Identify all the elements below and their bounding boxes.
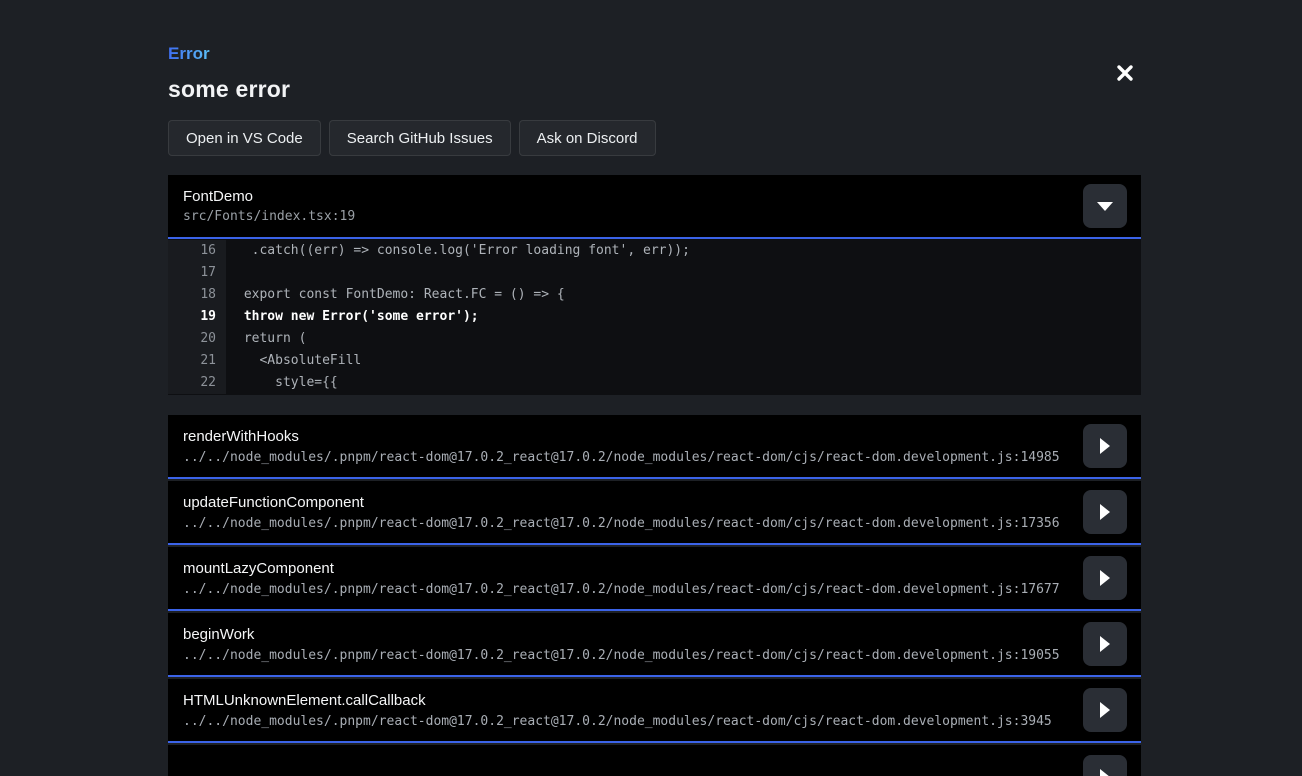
line-number: 18 [168,284,226,306]
code-line: 18 export const FontDemo: React.FC = () … [168,284,1141,306]
line-text: throw new Error('some error'); [226,306,1141,328]
search-github-issues-button[interactable]: Search GitHub Issues [329,120,511,156]
code-line-highlighted: 19 throw new Error('some error'); [168,306,1141,328]
line-number: 16 [168,240,226,262]
stack-frame: renderWithHooks ../../node_modules/.pnpm… [168,415,1141,479]
line-number: 22 [168,372,226,394]
play-triangle-icon [1100,702,1110,718]
stack-frame-titles: mountLazyComponent ../../node_modules/.p… [183,560,1083,597]
play-triangle-icon [1100,438,1110,454]
play-triangle-icon [1100,504,1110,520]
stack-frame-partial [168,745,1141,776]
code-frame-titles: FontDemo src/Fonts/index.tsx:19 [183,188,1083,224]
stack-frame: mountLazyComponent ../../node_modules/.p… [168,547,1141,611]
stack-frame-titles: updateFunctionComponent ../../node_modul… [183,494,1083,531]
line-number: 19 [168,306,226,328]
stack-frame-path: ../../node_modules/.pnpm/react-dom@17.0.… [183,582,1083,597]
code-frame-header[interactable]: FontDemo src/Fonts/index.tsx:19 [168,175,1141,239]
code-line: 20 return ( [168,328,1141,350]
stack-frame-path: ../../node_modules/.pnpm/react-dom@17.0.… [183,516,1083,531]
code-line: 17 [168,262,1141,284]
expand-frame-button[interactable] [1083,688,1127,732]
stack-frame-function: mountLazyComponent [183,560,1083,577]
collapse-code-button[interactable] [1083,184,1127,228]
line-text: style={{ [226,372,1141,394]
stack-frame: beginWork ../../node_modules/.pnpm/react… [168,613,1141,677]
code-frame-title: FontDemo [183,188,1083,205]
play-triangle-icon [1100,636,1110,652]
stack-frame-titles: beginWork ../../node_modules/.pnpm/react… [183,626,1083,663]
line-text: export const FontDemo: React.FC = () => … [226,284,1141,306]
stack-frame-function: HTMLUnknownElement.callCallback [183,692,1083,709]
open-in-vscode-button[interactable]: Open in VS Code [168,120,321,156]
expand-frame-button[interactable] [1083,622,1127,666]
stack-frame-titles: HTMLUnknownElement.callCallback ../../no… [183,692,1083,729]
expand-frame-button[interactable] [1083,490,1127,534]
stack-frame-titles: renderWithHooks ../../node_modules/.pnpm… [183,428,1083,465]
line-number: 20 [168,328,226,350]
code-line: 22 style={{ [168,372,1141,394]
play-triangle-icon [1100,769,1110,776]
overlay-content: Error some error Open in VS Code Search … [168,0,1141,776]
source-code-frame: FontDemo src/Fonts/index.tsx:19 16 .catc… [168,175,1141,395]
error-message: some error [168,76,1141,103]
code-snippet: 16 .catch((err) => console.log('Error lo… [168,239,1141,395]
code-frame-location: src/Fonts/index.tsx:19 [183,209,1083,224]
stack-frame-path: ../../node_modules/.pnpm/react-dom@17.0.… [183,450,1083,465]
line-text: <AbsoluteFill [226,350,1141,372]
action-bar: Open in VS Code Search GitHub Issues Ask… [168,120,1141,156]
stack-frame-function: updateFunctionComponent [183,494,1083,511]
play-triangle-icon [1100,570,1110,586]
stack-frame-path: ../../node_modules/.pnpm/react-dom@17.0.… [183,714,1083,729]
stack-frame-function: renderWithHooks [183,428,1083,445]
line-number: 21 [168,350,226,372]
error-overlay: Error some error Open in VS Code Search … [0,0,1302,776]
line-text: return ( [226,328,1141,350]
ask-on-discord-button[interactable]: Ask on Discord [519,120,656,156]
expand-frame-button[interactable] [1083,424,1127,468]
stack-trace: renderWithHooks ../../node_modules/.pnpm… [168,415,1141,776]
error-kind-label: Error [168,44,210,64]
line-number: 17 [168,262,226,284]
chevron-down-icon [1097,202,1113,211]
stack-frame-path: ../../node_modules/.pnpm/react-dom@17.0.… [183,648,1083,663]
stack-frame: HTMLUnknownElement.callCallback ../../no… [168,679,1141,743]
code-line: 16 .catch((err) => console.log('Error lo… [168,240,1141,262]
expand-frame-button[interactable] [1083,755,1127,776]
line-text: .catch((err) => console.log('Error loadi… [226,240,1141,262]
stack-frame: updateFunctionComponent ../../node_modul… [168,481,1141,545]
code-line: 21 <AbsoluteFill [168,350,1141,372]
stack-frame-function: beginWork [183,626,1083,643]
expand-frame-button[interactable] [1083,556,1127,600]
